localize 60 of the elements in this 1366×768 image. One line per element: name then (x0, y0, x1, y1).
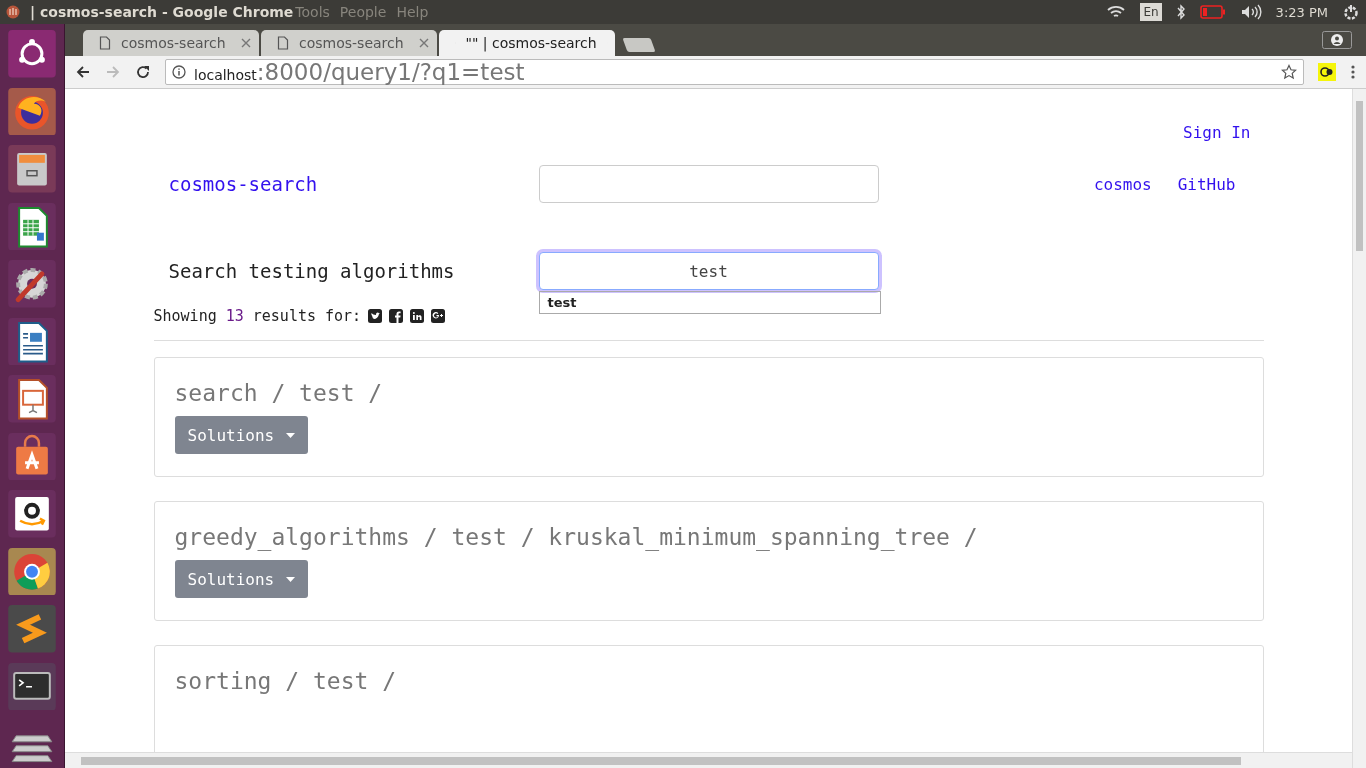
file-cabinet-icon[interactable] (8, 145, 56, 193)
result-path: sorting / test / (174, 668, 398, 694)
reload-icon[interactable] (135, 64, 151, 80)
browser-tab[interactable]: cosmos-search (83, 30, 259, 56)
search-field[interactable]: test (538, 252, 879, 290)
result-path: greedy_algorithms / test / kruskal_minimum_spanning_tree / (174, 524, 979, 550)
spreadsheet-icon[interactable] (8, 202, 56, 251)
window-title: | cosmos-search - Google Chrome (30, 4, 294, 20)
document-icon[interactable] (8, 317, 56, 366)
result-path: search / test / (174, 380, 384, 406)
browser-tab[interactable]: cosmos-search (261, 30, 437, 56)
power-icon[interactable] (1342, 3, 1360, 21)
shopping-bag-icon[interactable] (8, 432, 56, 481)
twitter-icon[interactable] (368, 309, 383, 323)
wifi-icon[interactable] (1106, 4, 1127, 20)
search-heading: Search testing algorithms (168, 259, 456, 284)
presentation-icon[interactable] (8, 375, 56, 423)
s-shape-icon[interactable] (8, 605, 56, 653)
menu-icon[interactable] (1350, 64, 1356, 80)
vertical-scrollbar[interactable] (1352, 89, 1366, 768)
ubuntu-logo-icon[interactable] (8, 30, 56, 78)
nav-link[interactable]: cosmos (1093, 174, 1152, 194)
clock[interactable]: 3:23 PM (1275, 4, 1328, 20)
chrome-browser-icon[interactable] (8, 547, 56, 596)
caret-icon (286, 576, 296, 582)
solutions-dropdown-button[interactable]: Solutions (174, 560, 309, 598)
site-title-link[interactable]: cosmos-search (168, 173, 539, 195)
volume-icon[interactable] (1239, 4, 1262, 20)
star-icon[interactable] (1281, 64, 1297, 80)
results-label: results for: (252, 307, 362, 325)
google-plus-icon[interactable] (431, 309, 446, 323)
horizontal-scrollbar[interactable] (65, 752, 1352, 768)
battery-icon[interactable] (1199, 5, 1226, 19)
keyboard-layout-indicator[interactable]: En (1140, 3, 1162, 21)
sign-in-link[interactable]: Sign In (1183, 123, 1251, 143)
bluetooth-icon[interactable] (1175, 4, 1186, 20)
page-icon (277, 36, 289, 50)
top-search-field[interactable] (538, 165, 879, 203)
solutions-dropdown-button[interactable]: Solutions (174, 416, 309, 454)
caret-icon (286, 432, 296, 438)
browser-tab[interactable]: "" | cosmos-search (439, 30, 615, 56)
suggestion-item[interactable]: test (539, 292, 880, 313)
fox-globe-icon[interactable] (8, 87, 56, 136)
info-icon (172, 65, 186, 79)
extension-icon[interactable] (1318, 63, 1336, 81)
nav-link[interactable]: GitHub (1177, 174, 1236, 194)
close-icon[interactable] (241, 38, 251, 48)
address-bar[interactable]: localhost:8000/query1/?q1=test (165, 59, 1304, 85)
gear-wrench-icon[interactable] (8, 260, 56, 308)
facebook-icon[interactable] (389, 309, 404, 323)
window-close-icon[interactable] (6, 5, 20, 19)
new-tab-button[interactable] (622, 38, 656, 52)
terminal-icon[interactable] (8, 662, 56, 711)
page-icon (99, 36, 111, 50)
back-icon[interactable] (75, 64, 91, 80)
linkedin-icon[interactable] (410, 309, 425, 323)
close-icon[interactable] (419, 38, 429, 48)
result-count: 13 (225, 307, 244, 325)
results-label: Showing (153, 307, 217, 325)
profile-icon[interactable] (1322, 31, 1352, 49)
